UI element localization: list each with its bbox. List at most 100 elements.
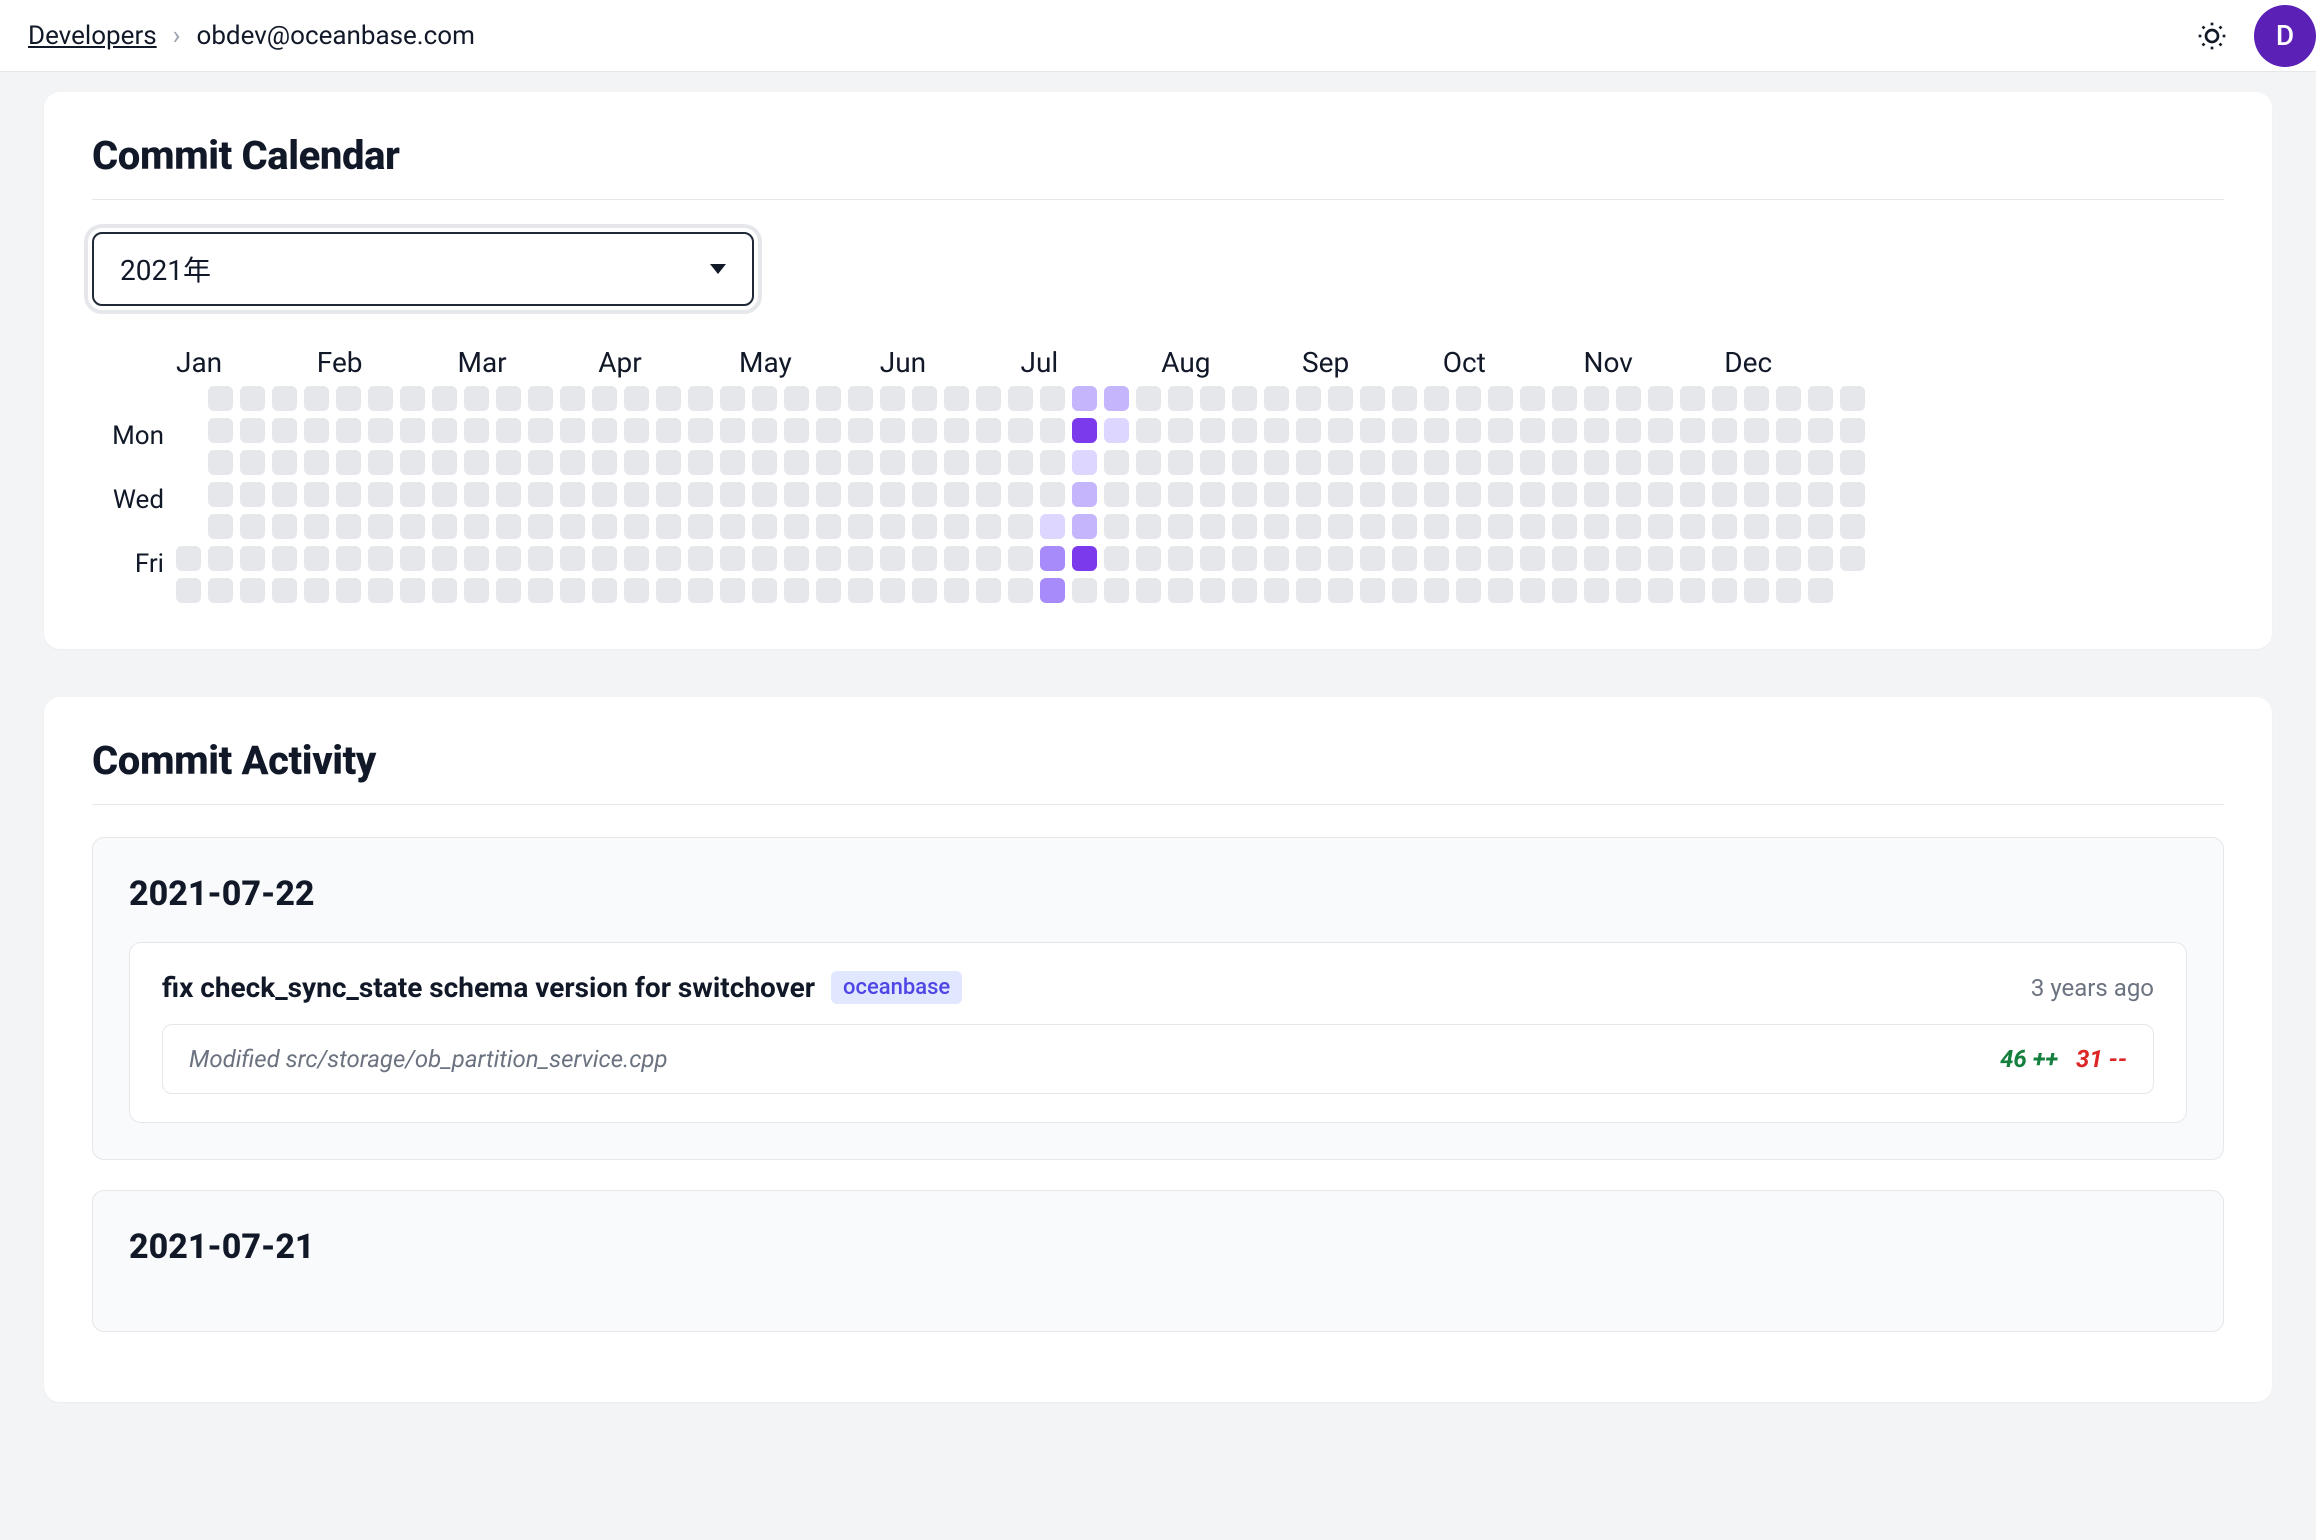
contribution-cell[interactable] xyxy=(1744,578,1769,603)
contribution-cell[interactable] xyxy=(1552,578,1577,603)
contribution-cell[interactable] xyxy=(688,546,713,571)
contribution-cell[interactable] xyxy=(784,482,809,507)
contribution-cell[interactable] xyxy=(1232,418,1257,443)
contribution-cell[interactable] xyxy=(560,546,585,571)
contribution-cell[interactable] xyxy=(496,386,521,411)
contribution-cell[interactable] xyxy=(944,578,969,603)
contribution-cell[interactable] xyxy=(1136,418,1161,443)
contribution-cell[interactable] xyxy=(400,386,425,411)
contribution-cell[interactable] xyxy=(816,514,841,539)
contribution-cell[interactable] xyxy=(1136,546,1161,571)
contribution-cell[interactable] xyxy=(528,450,553,475)
contribution-cell[interactable] xyxy=(1328,546,1353,571)
contribution-cell[interactable] xyxy=(656,450,681,475)
contribution-cell[interactable] xyxy=(432,482,457,507)
contribution-cell[interactable] xyxy=(880,514,905,539)
contribution-cell[interactable] xyxy=(624,418,649,443)
contribution-cell[interactable] xyxy=(240,514,265,539)
contribution-cell[interactable] xyxy=(1776,578,1801,603)
file-change-row[interactable]: Modified src/storage/ob_partition_servic… xyxy=(162,1024,2154,1094)
contribution-cell[interactable] xyxy=(1456,418,1481,443)
contribution-cell[interactable] xyxy=(400,450,425,475)
contribution-cell[interactable] xyxy=(240,418,265,443)
contribution-cell[interactable] xyxy=(496,578,521,603)
contribution-cell[interactable] xyxy=(624,546,649,571)
contribution-cell[interactable] xyxy=(1520,514,1545,539)
contribution-cell[interactable] xyxy=(1488,578,1513,603)
contribution-cell[interactable] xyxy=(1552,514,1577,539)
contribution-cell[interactable] xyxy=(1040,386,1065,411)
contribution-cell[interactable] xyxy=(1456,450,1481,475)
contribution-cell[interactable] xyxy=(1104,578,1129,603)
contribution-cell[interactable] xyxy=(1808,546,1833,571)
commit-item[interactable]: fix check_sync_state schema version for … xyxy=(129,942,2187,1123)
contribution-cell[interactable] xyxy=(1488,546,1513,571)
contribution-cell[interactable] xyxy=(1584,546,1609,571)
contribution-cell[interactable] xyxy=(1776,418,1801,443)
contribution-cell[interactable] xyxy=(1520,386,1545,411)
contribution-cell[interactable] xyxy=(208,578,233,603)
contribution-cell[interactable] xyxy=(880,578,905,603)
contribution-cell[interactable] xyxy=(816,418,841,443)
contribution-cell[interactable] xyxy=(1808,418,1833,443)
contribution-cell[interactable] xyxy=(1616,482,1641,507)
contribution-cell[interactable] xyxy=(912,578,937,603)
contribution-cell[interactable] xyxy=(1424,514,1449,539)
contribution-cell[interactable] xyxy=(1776,546,1801,571)
contribution-cell[interactable] xyxy=(1104,450,1129,475)
contribution-cell[interactable] xyxy=(432,386,457,411)
contribution-cell[interactable] xyxy=(720,450,745,475)
contribution-cell[interactable] xyxy=(1744,482,1769,507)
contribution-cell[interactable] xyxy=(1328,578,1353,603)
contribution-cell[interactable] xyxy=(880,450,905,475)
contribution-cell[interactable] xyxy=(592,418,617,443)
contribution-cell[interactable] xyxy=(368,514,393,539)
contribution-cell[interactable] xyxy=(1456,578,1481,603)
contribution-cell[interactable] xyxy=(912,482,937,507)
contribution-cell[interactable] xyxy=(1040,514,1065,539)
contribution-cell[interactable] xyxy=(1744,546,1769,571)
contribution-cell[interactable] xyxy=(1552,546,1577,571)
contribution-cell[interactable] xyxy=(1328,514,1353,539)
contribution-cell[interactable] xyxy=(1840,514,1865,539)
contribution-cell[interactable] xyxy=(304,578,329,603)
contribution-cell[interactable] xyxy=(1136,450,1161,475)
contribution-cell[interactable] xyxy=(880,546,905,571)
contribution-cell[interactable] xyxy=(1008,418,1033,443)
contribution-cell[interactable] xyxy=(880,386,905,411)
contribution-cell[interactable] xyxy=(432,546,457,571)
contribution-cell[interactable] xyxy=(1488,418,1513,443)
contribution-cell[interactable] xyxy=(1008,546,1033,571)
contribution-cell[interactable] xyxy=(1264,578,1289,603)
contribution-cell[interactable] xyxy=(1296,546,1321,571)
contribution-cell[interactable] xyxy=(1296,418,1321,443)
contribution-cell[interactable] xyxy=(368,482,393,507)
contribution-cell[interactable] xyxy=(240,482,265,507)
contribution-cell[interactable] xyxy=(1616,578,1641,603)
contribution-cell[interactable] xyxy=(944,386,969,411)
contribution-cell[interactable] xyxy=(752,386,777,411)
contribution-cell[interactable] xyxy=(1584,578,1609,603)
contribution-cell[interactable] xyxy=(496,450,521,475)
contribution-cell[interactable] xyxy=(1008,386,1033,411)
contribution-cell[interactable] xyxy=(1488,482,1513,507)
contribution-cell[interactable] xyxy=(816,546,841,571)
contribution-cell[interactable] xyxy=(368,386,393,411)
contribution-cell[interactable] xyxy=(1712,578,1737,603)
contribution-cell[interactable] xyxy=(1296,386,1321,411)
contribution-cell[interactable] xyxy=(208,418,233,443)
contribution-cell[interactable] xyxy=(1072,546,1097,571)
contribution-cell[interactable] xyxy=(1008,578,1033,603)
contribution-cell[interactable] xyxy=(464,546,489,571)
contribution-cell[interactable] xyxy=(400,578,425,603)
contribution-cell[interactable] xyxy=(1840,482,1865,507)
contribution-cell[interactable] xyxy=(720,546,745,571)
contribution-cell[interactable] xyxy=(528,546,553,571)
contribution-cell[interactable] xyxy=(560,450,585,475)
contribution-cell[interactable] xyxy=(1264,482,1289,507)
contribution-cell[interactable] xyxy=(336,418,361,443)
contribution-cell[interactable] xyxy=(272,546,297,571)
theme-toggle-button[interactable] xyxy=(2194,18,2230,54)
contribution-cell[interactable] xyxy=(1584,450,1609,475)
contribution-cell[interactable] xyxy=(272,482,297,507)
